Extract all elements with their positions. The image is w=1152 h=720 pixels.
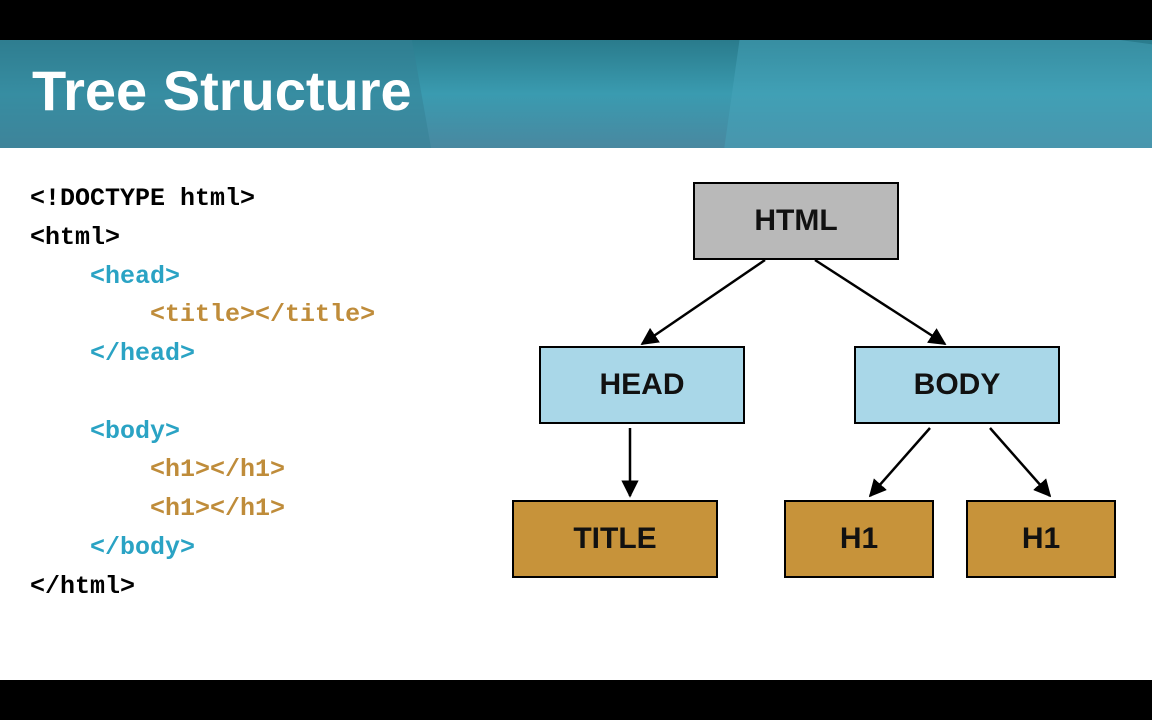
code-line-h1-a: <h1></h1> xyxy=(150,455,285,484)
slide-content: <!DOCTYPE html> <html> <head> <title></t… xyxy=(0,148,1152,680)
code-line-head-close: </head> xyxy=(90,339,195,368)
code-line-title: <title></title> xyxy=(150,300,375,329)
code-line-html-close: </html> xyxy=(30,572,135,601)
slide-title: Tree Structure xyxy=(0,40,1152,123)
tree-node-title: TITLE xyxy=(512,500,718,578)
tree-node-body: BODY xyxy=(854,346,1060,424)
code-line-head-open: <head> xyxy=(90,262,180,291)
code-block: <!DOCTYPE html> <html> <head> <title></t… xyxy=(30,180,375,606)
code-line-doctype: <!DOCTYPE html> xyxy=(30,184,255,213)
tree-node-h1-a: H1 xyxy=(784,500,934,578)
code-line-body-open: <body> xyxy=(90,417,180,446)
slide-header: Tree Structure xyxy=(0,40,1152,148)
code-line-html-open: <html> xyxy=(30,223,120,252)
tree-node-html: HTML xyxy=(693,182,899,260)
code-line-body-close: </body> xyxy=(90,533,195,562)
slide: Tree Structure <!DOCTYPE html> <html> <h… xyxy=(0,40,1152,680)
tree-node-h1-b: H1 xyxy=(966,500,1116,578)
code-line-h1-b: <h1></h1> xyxy=(150,494,285,523)
tree-node-head: HEAD xyxy=(539,346,745,424)
tree-diagram: HTML HEAD BODY TITLE H1 H1 xyxy=(500,166,1140,666)
